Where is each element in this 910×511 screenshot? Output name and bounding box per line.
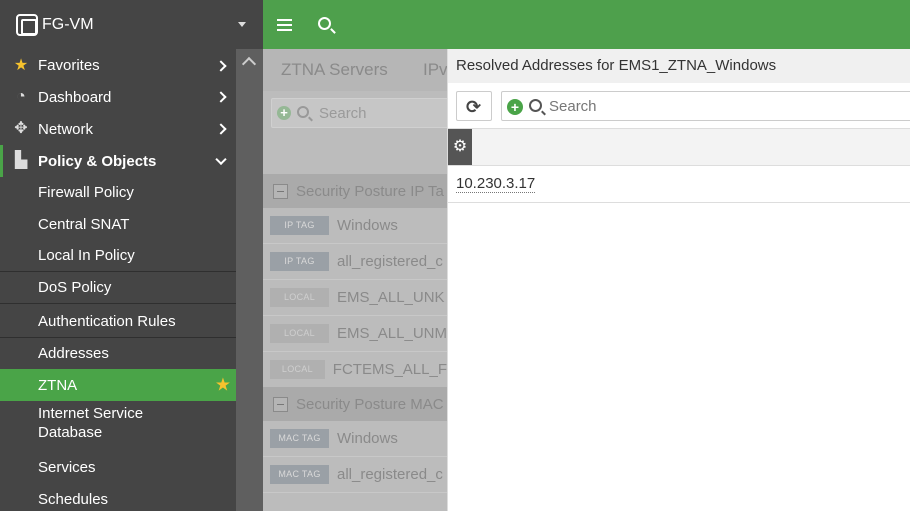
sidebar-item-ztna[interactable]: ZTNA ★ bbox=[0, 369, 236, 401]
top-bar bbox=[263, 0, 910, 49]
type-badge: IP TAG bbox=[270, 216, 329, 235]
collapse-icon[interactable] bbox=[273, 396, 288, 412]
sidebar-item-label: Dashboard bbox=[38, 88, 112, 106]
sidebar-item-addresses[interactable]: Addresses bbox=[0, 338, 236, 369]
sidebar-item-label: Internet Service Database bbox=[38, 405, 144, 441]
sidebar-item-schedules[interactable]: Schedules bbox=[0, 484, 236, 511]
row-label: FCTEMS_ALL_F bbox=[332, 361, 447, 378]
sidebar-item-label: Policy & Objects bbox=[38, 152, 157, 170]
row-label: EMS_ALL_UNK bbox=[337, 289, 445, 306]
star-icon: ★ bbox=[13, 56, 29, 74]
row-label: EMS_ALL_UNM bbox=[336, 325, 447, 342]
sidebar-item-dashboard[interactable]: ◔ Dashboard bbox=[0, 81, 236, 113]
add-filter-icon[interactable]: + bbox=[277, 106, 291, 120]
dashboard-icon: ◔ bbox=[16, 88, 26, 105]
chevron-right-icon bbox=[215, 91, 227, 103]
refresh-button[interactable]: ⟳ bbox=[456, 91, 492, 121]
refresh-icon: ⟳ bbox=[466, 97, 482, 117]
resolved-addresses-panel: Resolved Addresses for EMS1_ZTNA_Windows… bbox=[447, 49, 910, 511]
search-icon bbox=[529, 99, 542, 112]
row-label: all_registered_c bbox=[337, 466, 443, 483]
row-label: Windows bbox=[337, 430, 398, 447]
sidebar-item-authentication-rules[interactable]: Authentication Rules bbox=[0, 305, 236, 337]
row-label: Windows bbox=[337, 217, 398, 234]
search-placeholder: Search bbox=[549, 98, 597, 115]
type-badge: IP TAG bbox=[270, 252, 329, 271]
table-row[interactable]: LOCAL EMS_ALL_UNM bbox=[263, 316, 447, 352]
sidebar-item-internet-service-database[interactable]: Internet Service Database bbox=[0, 404, 236, 444]
sidebar-item-label: Local In Policy bbox=[38, 247, 135, 264]
sidebar-scrollbar[interactable] bbox=[236, 49, 263, 511]
type-badge: LOCAL bbox=[270, 288, 329, 307]
sidebar-item-central-snat[interactable]: Central SNAT bbox=[0, 208, 236, 240]
gear-icon[interactable]: ⚙ bbox=[448, 129, 472, 165]
policy-icon: ▙ bbox=[14, 152, 28, 169]
sidebar-item-favorites[interactable]: ★ Favorites bbox=[0, 50, 236, 81]
search-placeholder: Search bbox=[319, 105, 367, 122]
table-row[interactable]: IP TAG Windows bbox=[263, 208, 447, 244]
sidebar-item-label: Central SNAT bbox=[38, 215, 130, 233]
network-icon: ✥ bbox=[14, 120, 28, 137]
type-badge: MAC TAG bbox=[270, 429, 329, 448]
group-label: Security Posture MAC bbox=[296, 395, 444, 413]
table-header: ⚙ bbox=[448, 128, 910, 166]
tab-ipv[interactable]: IPv bbox=[423, 60, 447, 80]
sidebar-item-label: Addresses bbox=[38, 345, 109, 362]
search-icon bbox=[297, 106, 309, 118]
sidebar-item-label: Authentication Rules bbox=[38, 312, 176, 330]
group-header-security-posture-ip[interactable]: Security Posture IP Ta bbox=[263, 174, 447, 208]
group-label: Security Posture IP Ta bbox=[296, 182, 444, 200]
chevron-down-icon bbox=[215, 153, 227, 166]
tab-ztna-servers[interactable]: ZTNA Servers bbox=[281, 60, 388, 80]
table-row[interactable]: LOCAL EMS_ALL_UNK bbox=[263, 280, 447, 316]
caret-down-icon bbox=[238, 22, 246, 27]
sidebar-item-label: Services bbox=[38, 459, 96, 476]
search-icon[interactable] bbox=[318, 17, 331, 30]
group-header-security-posture-mac[interactable]: Security Posture MAC bbox=[263, 387, 447, 421]
favorite-star-icon[interactable]: ★ bbox=[215, 375, 231, 396]
chevron-right-icon bbox=[215, 123, 227, 135]
table-row[interactable]: 10.230.3.17 bbox=[448, 166, 910, 203]
add-filter-icon[interactable]: + bbox=[507, 99, 523, 115]
collapse-icon[interactable] bbox=[273, 183, 288, 199]
sidebar-item-local-in-policy[interactable]: Local In Policy bbox=[0, 240, 236, 271]
chevron-up-icon[interactable] bbox=[241, 56, 257, 72]
table-row[interactable]: IP TAG all_registered_c bbox=[263, 244, 447, 280]
sidebar-item-label: Firewall Policy bbox=[38, 184, 134, 201]
sidebar-item-services[interactable]: Services bbox=[0, 452, 236, 483]
resolved-address[interactable]: 10.230.3.17 bbox=[456, 176, 536, 193]
sidebar-item-label: Schedules bbox=[38, 491, 109, 508]
table-row[interactable]: MAC TAG all_registered_c bbox=[263, 457, 447, 493]
chevron-right-icon bbox=[215, 59, 227, 72]
sidebar-item-dos-policy[interactable]: DoS Policy bbox=[0, 272, 236, 303]
panel-search-input[interactable]: + Search bbox=[501, 91, 910, 121]
type-badge: LOCAL bbox=[270, 360, 325, 379]
row-label: all_registered_c bbox=[337, 253, 443, 270]
table-row[interactable]: MAC TAG Windows bbox=[263, 421, 447, 457]
sidebar-item-firewall-policy[interactable]: Firewall Policy bbox=[0, 177, 236, 208]
content-search-box[interactable]: + Search bbox=[271, 98, 447, 128]
menu-icon[interactable] bbox=[277, 19, 292, 31]
type-badge: MAC TAG bbox=[270, 465, 329, 484]
fortigate-logo-icon bbox=[16, 13, 38, 36]
sidebar-item-label: Network bbox=[38, 120, 94, 138]
sidebar-item-policy-objects[interactable]: ▙ Policy & Objects bbox=[0, 145, 236, 177]
panel-title: Resolved Addresses for EMS1_ZTNA_Windows bbox=[448, 49, 910, 83]
sidebar-item-network[interactable]: ✥ Network bbox=[0, 113, 236, 145]
sidebar-item-label: Favorites bbox=[38, 57, 100, 74]
sidebar-item-label: ZTNA bbox=[38, 376, 78, 394]
device-selector[interactable]: FG-VM bbox=[0, 0, 263, 49]
table-row[interactable]: LOCAL FCTEMS_ALL_F bbox=[263, 352, 447, 388]
ztna-content-dimmed: ZTNA Servers IPv + Search Security Postu… bbox=[263, 49, 447, 511]
type-badge: LOCAL bbox=[270, 324, 329, 343]
tab-bar: ZTNA Servers IPv bbox=[263, 49, 447, 91]
sidebar-item-label: DoS Policy bbox=[38, 279, 112, 296]
device-name: FG-VM bbox=[42, 15, 94, 33]
sidebar-divider bbox=[0, 303, 236, 304]
